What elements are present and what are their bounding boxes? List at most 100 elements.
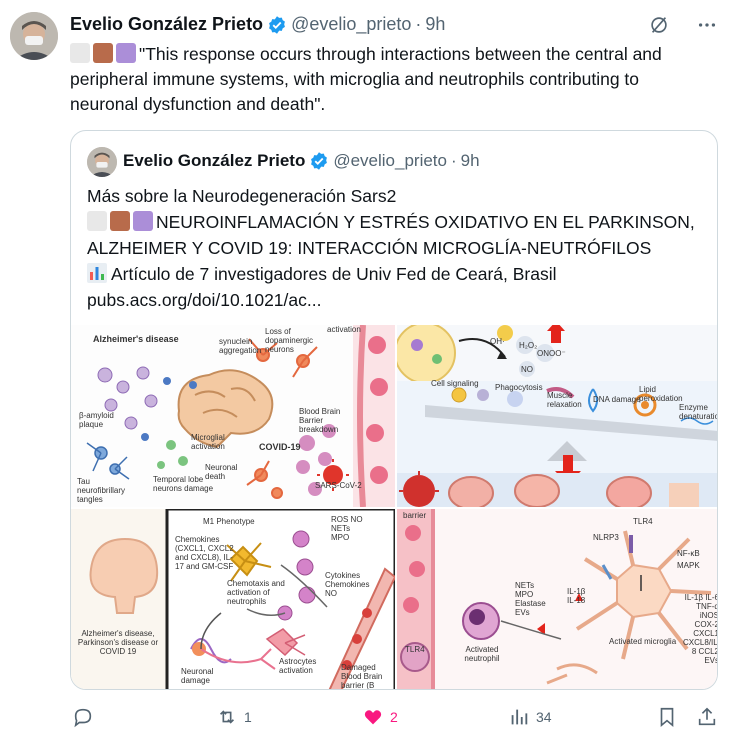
verified-badge-icon <box>269 15 285 34</box>
label-nlrp3: NLRP3 <box>593 533 619 542</box>
purple-square-emoji <box>133 211 153 231</box>
label-dna: DNA damage <box>593 395 641 404</box>
label-sars: SARS-CoV-2 <box>315 481 362 490</box>
label-activation: activation <box>327 325 361 334</box>
figure-panel-2[interactable]: OH· H₂O₂ ONOO⁻ NO Cell signaling Phagocy… <box>397 325 717 507</box>
retweet-icon <box>219 710 235 724</box>
label-tlr4b: TLR4 <box>405 645 425 654</box>
label-alzheimers: Alzheimer's disease <box>93 334 179 344</box>
quote-header: Evelio González Prieto @evelio_prieto · … <box>123 151 480 171</box>
quoted-tweet[interactable]: Evelio González Prieto @evelio_prieto · … <box>70 130 718 690</box>
label-nets: NETs MPO Elastase EVs <box>515 581 546 617</box>
label-chemokines: Chemokines (CXCL1, CXCL2 and CXCL8), IL-… <box>175 535 234 571</box>
quote-line-4-text: Artículo de 7 investigadores de Univ Fed… <box>111 264 557 284</box>
views-icon <box>511 709 528 725</box>
label-oh: OH· <box>490 337 505 346</box>
like-button[interactable]: 2 <box>362 706 398 728</box>
label-h2o2: H₂O₂ <box>519 341 538 350</box>
label-synuclein: synuclein aggregation <box>219 337 262 355</box>
bookmark-icon <box>660 707 674 728</box>
quote-author-handle: @evelio_prieto <box>333 151 447 170</box>
views-button[interactable]: 34 <box>508 706 552 728</box>
like-count: 2 <box>390 709 398 725</box>
label-cell-signaling: Cell signaling <box>431 379 479 388</box>
label-ros: ROS NO NETs MPO <box>331 515 363 542</box>
label-nfkb: NF-κB <box>677 549 700 558</box>
label-lipid: Lipid peroxidation <box>639 385 683 403</box>
tweet-time[interactable]: 9h <box>425 14 445 35</box>
label-il: IL-1β IL-18 <box>567 587 586 605</box>
label-activated-neutrophil: Activated neutrophil <box>464 645 500 663</box>
bookmark-button[interactable] <box>656 706 678 728</box>
verified-badge-icon <box>311 152 328 170</box>
purple-square-emoji <box>116 43 136 63</box>
figure-panel-3[interactable]: M1 Phenotype Chemokines (CXCL1, CXCL2 an… <box>71 509 395 690</box>
share-button[interactable] <box>696 706 718 728</box>
label-astrocytes: Astrocytes activation <box>279 657 317 675</box>
quote-author-avatar[interactable] <box>87 147 117 177</box>
label-enzyme: Enzyme denaturation <box>679 403 717 421</box>
label-mapk: MAPK <box>677 561 700 570</box>
top-actions <box>648 14 718 36</box>
action-bar: 1 2 34 <box>72 706 722 732</box>
author-handle[interactable]: @evelio_prieto <box>291 14 411 35</box>
quote-line-4: Artículo de 7 investigadores de Univ Fed… <box>87 261 707 287</box>
brown-square-emoji <box>110 211 130 231</box>
quote-time: 9h <box>460 151 480 170</box>
white-square-emoji <box>70 43 90 63</box>
quote-link[interactable]: pubs.acs.org/doi/10.1021/ac... <box>87 287 707 313</box>
label-tlr4: TLR4 <box>633 517 653 526</box>
author-name[interactable]: Evelio González Prieto <box>70 14 263 35</box>
tweet-text-line-1: "This response occurs through interactio… <box>139 44 662 64</box>
label-muscle: Muscle relaxation <box>547 391 582 409</box>
label-onoo: ONOO⁻ <box>537 349 566 358</box>
label-activated-microglia: Activated microglia <box>609 637 677 646</box>
figure-panel-4[interactable]: barrier TLR4 NLRP3 NF-κB MAPK NETs MPO E… <box>397 509 718 689</box>
retweet-button[interactable]: 1 <box>216 706 252 728</box>
label-cytokine-list: IL-1β IL-6 TNF-α iNOS COX-2 CXCL1 CXCL8/… <box>683 593 718 665</box>
label-dopaminergic: Loss of dopaminergic neurons <box>265 327 314 354</box>
tweet-text-line-3: neuronal dysfunction and death". <box>70 94 326 114</box>
label-temporal: Temporal lobe neurons damage <box>153 475 214 493</box>
label-neuronal-damage: Neuronal damage <box>181 667 214 685</box>
figure-panel-1[interactable]: Alzheimer's disease β-amyloid plaque Tau… <box>71 325 395 507</box>
reply-icon <box>74 708 92 728</box>
label-covid: COVID-19 <box>259 442 301 452</box>
label-phagocytosis: Phagocytosis <box>495 383 543 392</box>
quote-line-2: NEUROINFLAMACIÓN Y ESTRÉS OXIDATIVO EN E… <box>87 209 707 235</box>
grok-icon[interactable] <box>648 14 670 36</box>
tweet-text: "This response occurs through interactio… <box>70 42 720 117</box>
tweet-text-line-2: peripheral immune systems, with microgli… <box>70 69 640 89</box>
separator-dot: · <box>450 151 457 170</box>
share-icon <box>698 707 716 726</box>
label-no: NO <box>521 365 533 374</box>
like-icon <box>364 710 382 725</box>
more-icon[interactable] <box>696 14 718 36</box>
quote-author-name: Evelio González Prieto <box>123 151 306 170</box>
tweet-header: Evelio González Prieto @evelio_prieto · … <box>70 14 445 35</box>
label-damaged-bbb: Damaged Blood Brain barrier (B <box>341 663 383 690</box>
label-amyloid: β-amyloid plaque <box>79 411 114 429</box>
quote-line-1: Más sobre la Neurodegeneración Sars2 <box>87 186 397 206</box>
reply-button[interactable] <box>72 706 100 728</box>
quote-image-grid[interactable]: Alzheimer's disease β-amyloid plaque Tau… <box>71 325 718 690</box>
tweet[interactable]: Evelio González Prieto @evelio_prieto · … <box>0 0 742 746</box>
brown-square-emoji <box>93 43 113 63</box>
author-avatar[interactable] <box>10 12 58 60</box>
views-count: 34 <box>536 709 552 725</box>
label-m1: M1 Phenotype <box>203 517 255 526</box>
retweet-count: 1 <box>244 709 252 725</box>
label-chemotaxis: Chemotaxis and activation of neutrophils <box>227 579 285 606</box>
label-tau: Tau neurofibrillary tangles <box>77 477 126 504</box>
bar-chart-emoji <box>87 263 107 283</box>
label-bbb: Blood Brain Barrier breakdown <box>299 407 341 434</box>
figure-panel-4-art <box>397 509 712 689</box>
quote-text: Más sobre la Neurodegeneración Sars2 NEU… <box>87 183 707 313</box>
quote-line-2-text: NEUROINFLAMACIÓN Y ESTRÉS OXIDATIVO EN E… <box>156 212 695 232</box>
label-cytokines: Cytokines Chemokines NO <box>325 571 370 598</box>
label-microglial: Microglial activation <box>191 433 225 451</box>
label-barrier: barrier <box>403 511 427 520</box>
separator-dot: · <box>415 14 422 34</box>
label-disease: Alzheimer's disease, Parkinson's disease… <box>77 629 159 656</box>
quote-line-3: ALZHEIMER Y COVID 19: INTERACCIÓN MICROG… <box>87 238 652 258</box>
